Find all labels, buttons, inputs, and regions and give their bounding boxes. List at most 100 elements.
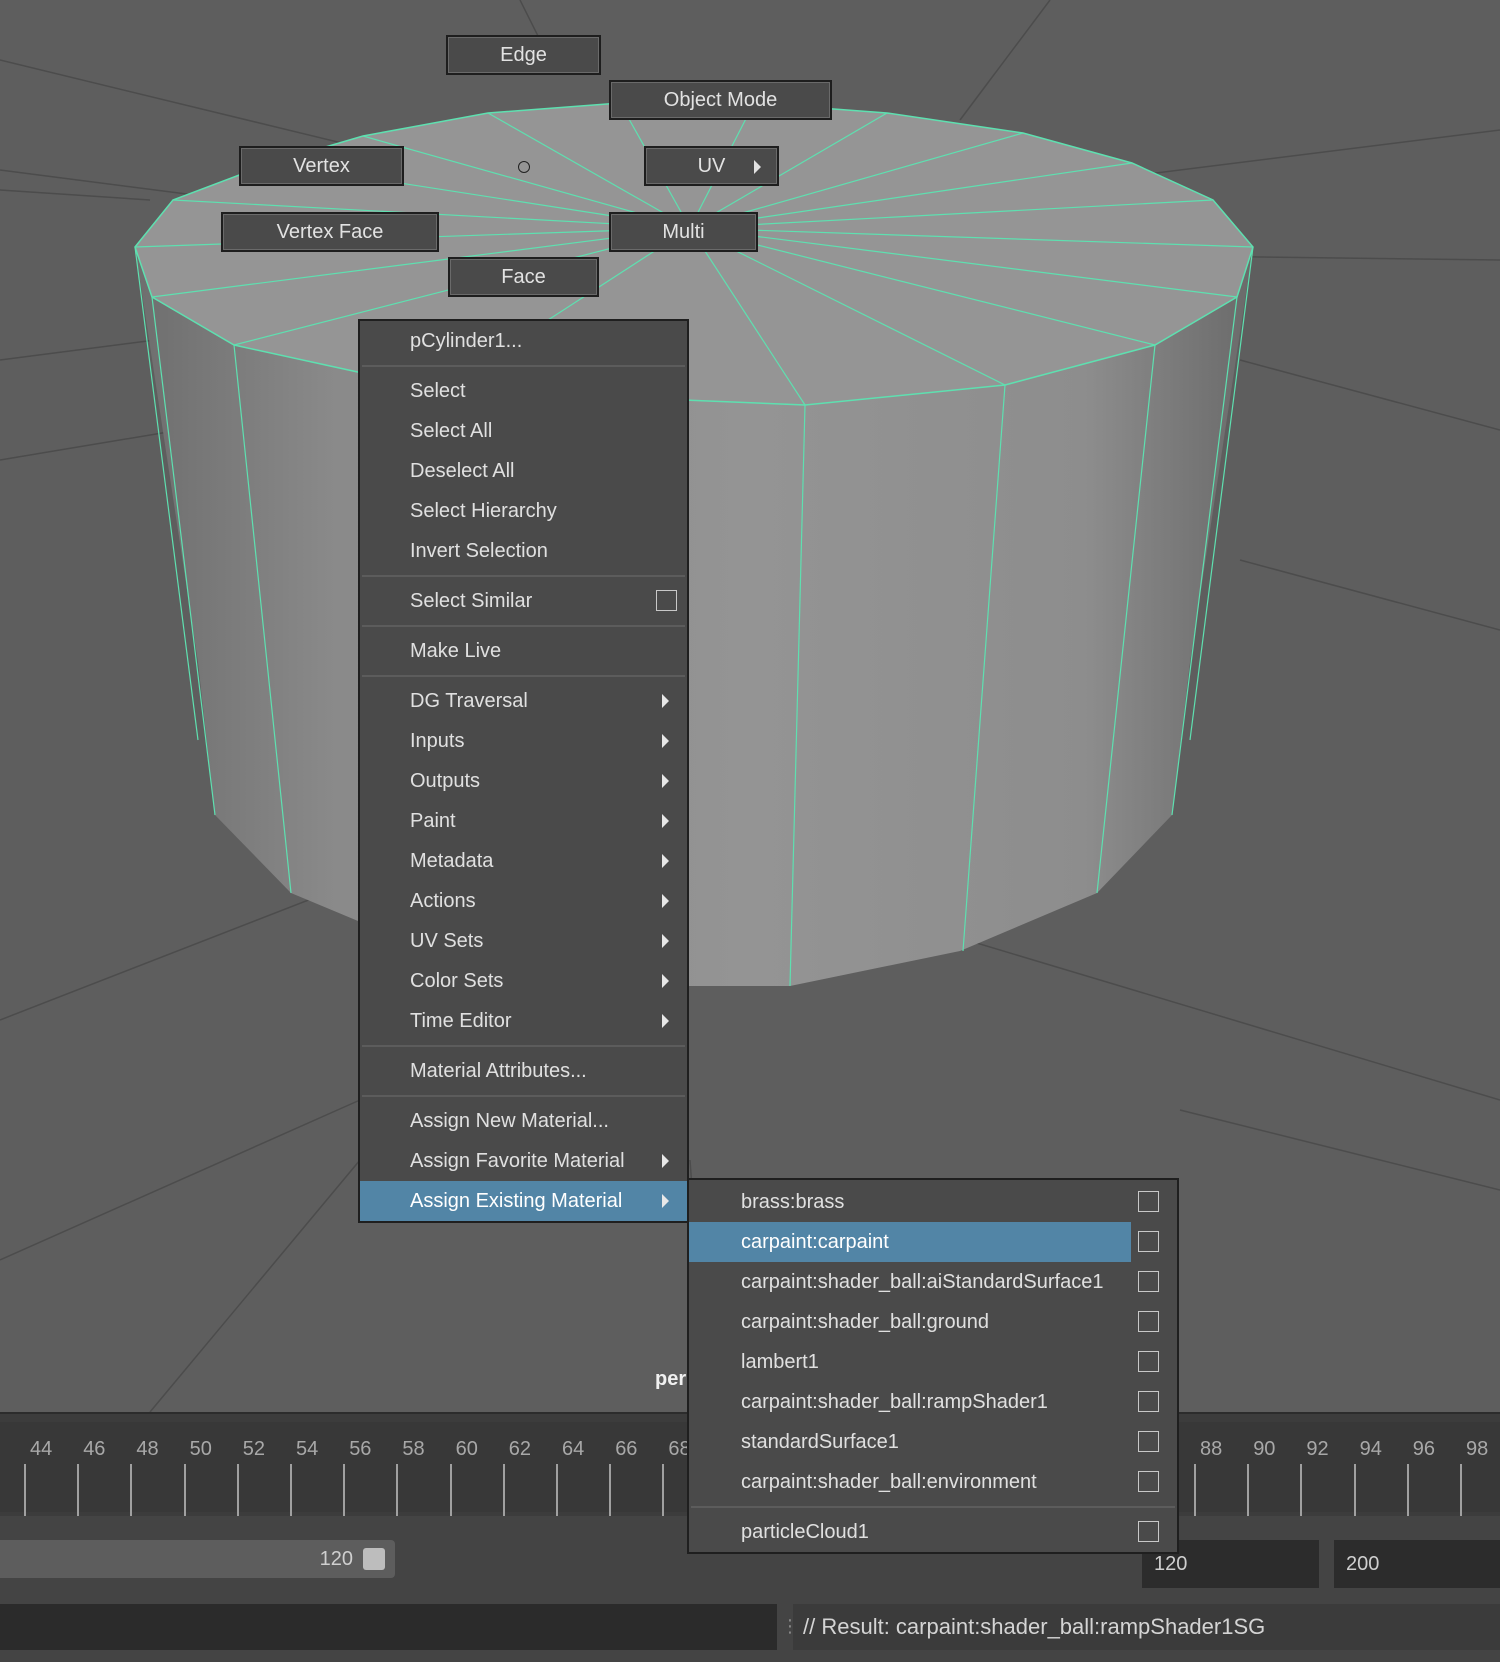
option-box-icon[interactable] (1138, 1391, 1159, 1412)
camera-label: per (655, 1368, 687, 1390)
command-input[interactable] (0, 1604, 777, 1650)
menu-item-label: Material Attributes... (410, 1059, 587, 1082)
marking-menu-edge-label: Edge (500, 43, 547, 66)
material-item-particlecloud[interactable]: particleCloud1 (689, 1512, 1177, 1552)
marking-menu-edge[interactable]: Edge (446, 35, 601, 75)
menu-item-uv-sets[interactable]: UV Sets (360, 921, 687, 961)
submenu-arrow-icon (662, 734, 669, 748)
option-box-icon[interactable] (1138, 1191, 1159, 1212)
menu-item-label: Invert Selection (410, 539, 548, 562)
menu-item-time-editor[interactable]: Time Editor (360, 1001, 687, 1041)
timeline-tick-label: 46 (83, 1438, 106, 1460)
timeline-tick-mark (1406, 1464, 1409, 1524)
timeline-tick-label: 62 (508, 1438, 532, 1460)
marking-menu-face[interactable]: Face (448, 257, 599, 297)
menu-item-label: Select Hierarchy (410, 499, 557, 522)
material-item[interactable]: standardSurface1 (689, 1422, 1177, 1462)
timeline-tick-mark (396, 1464, 399, 1524)
menu-item-label: Metadata (410, 849, 494, 872)
menu-item-assign-favorite-material[interactable]: Assign Favorite Material (360, 1141, 687, 1181)
menu-item-invert-selection[interactable]: Invert Selection (360, 531, 687, 571)
material-item[interactable]: carpaint:shader_ball:environment (689, 1462, 1177, 1502)
menu-item-material-attributes[interactable]: Material Attributes... (360, 1051, 687, 1091)
range-slider-handle[interactable] (363, 1548, 385, 1570)
material-item[interactable]: brass:brass (689, 1182, 1177, 1222)
menu-item-paint[interactable]: Paint (360, 801, 687, 841)
menu-separator (360, 361, 687, 371)
command-result: // Result: carpaint:shader_ball:rampShad… (793, 1604, 1500, 1650)
submenu-arrow-icon (662, 1014, 669, 1028)
timeline-tick-label: 92 (1306, 1438, 1329, 1460)
timeline-tick-label: 90 (1253, 1438, 1276, 1460)
marking-menu-vertex-face[interactable]: Vertex Face (221, 212, 439, 252)
menu-item-label: pCylinder1... (410, 329, 523, 352)
marking-menu-object-mode[interactable]: Object Mode (609, 80, 832, 120)
animation-end-field[interactable]: 200 (1334, 1540, 1500, 1588)
material-item[interactable]: carpaint:carpaint (689, 1222, 1159, 1262)
menu-item-label: Paint (410, 809, 456, 832)
timeline-tick-mark (290, 1464, 292, 1524)
submenu-arrow-icon (662, 814, 669, 828)
material-item-label: carpaint:shader_ball:ground (741, 1310, 989, 1333)
timeline-tick-label: 48 (136, 1438, 159, 1460)
option-box-icon[interactable] (1138, 1351, 1159, 1372)
menu-item-label: Time Editor (410, 1009, 512, 1032)
marking-menu-vertex[interactable]: Vertex (239, 146, 404, 186)
menu-item-label: Assign New Material... (410, 1109, 609, 1132)
timeline-tick-label: 64 (562, 1438, 585, 1460)
marking-menu-object-mode-label: Object Mode (663, 88, 778, 111)
menu-item-object-name[interactable]: pCylinder1... (360, 321, 687, 361)
menu-item-color-sets[interactable]: Color Sets (360, 961, 687, 1001)
material-item[interactable]: lambert1 (689, 1342, 1177, 1382)
menu-item-outputs[interactable]: Outputs (360, 761, 687, 801)
menu-item-select-similar[interactable]: Select Similar (360, 581, 687, 621)
submenu-arrow-icon (662, 934, 669, 948)
menu-item-label: Assign Favorite Material (410, 1149, 625, 1172)
timeline-tick-mark (609, 1464, 612, 1524)
material-item[interactable]: carpaint:shader_ball:ground (689, 1302, 1177, 1342)
range-slider[interactable]: 120 (0, 1540, 395, 1578)
timeline-tick-mark (556, 1464, 558, 1524)
menu-item-assign-existing-material[interactable]: Assign Existing Material (360, 1181, 687, 1221)
marking-menu-uv-label: UV (697, 154, 726, 177)
timeline-tick-mark (1460, 1464, 1462, 1524)
menu-item-deselect-all[interactable]: Deselect All (360, 451, 687, 491)
menu-item-label: Make Live (410, 639, 502, 662)
timeline-tick-label: 96 (1412, 1438, 1436, 1460)
menu-item-actions[interactable]: Actions (360, 881, 687, 921)
menu-separator (360, 1091, 687, 1101)
menu-item-label: Select (410, 379, 466, 402)
marking-menu-vertex-face-label: Vertex Face (276, 220, 384, 243)
menu-item-label: Assign Existing Material (410, 1189, 623, 1212)
marking-menu-uv[interactable]: UV (644, 146, 779, 186)
material-item[interactable]: carpaint:shader_ball:rampShader1 (689, 1382, 1177, 1422)
marking-menu-face-label: Face (501, 265, 546, 288)
option-box-icon[interactable] (1138, 1231, 1159, 1252)
submenu-arrow-icon (662, 1194, 669, 1208)
menu-item-make-live[interactable]: Make Live (360, 631, 687, 671)
menu-item-inputs[interactable]: Inputs (360, 721, 687, 761)
range-slider-end-value: 120 (319, 1548, 353, 1570)
menu-item-select[interactable]: Select (360, 371, 687, 411)
timeline-tick-label: 52 (242, 1438, 266, 1460)
option-box-icon[interactable] (1138, 1521, 1159, 1542)
option-box-icon[interactable] (656, 590, 677, 611)
timeline-tick-mark (130, 1464, 133, 1524)
timeline-tick-mark (343, 1464, 346, 1524)
material-item[interactable]: carpaint:shader_ball:aiStandardSurface1 (689, 1262, 1177, 1302)
menu-item-select-hierarchy[interactable]: Select Hierarchy (360, 491, 687, 531)
menu-item-assign-new-material[interactable]: Assign New Material... (360, 1101, 687, 1141)
option-box-icon[interactable] (1138, 1311, 1159, 1332)
menu-separator (360, 1041, 687, 1051)
marking-menu-multi-label: Multi (662, 220, 705, 243)
submenu-arrow-icon (662, 774, 669, 788)
timeline-tick-mark (236, 1464, 239, 1524)
material-item-label: carpaint:shader_ball:environment (741, 1470, 1037, 1493)
option-box-icon[interactable] (1138, 1431, 1159, 1452)
menu-item-select-all[interactable]: Select All (360, 411, 687, 451)
menu-item-dg-traversal[interactable]: DG Traversal (360, 681, 687, 721)
option-box-icon[interactable] (1138, 1271, 1159, 1292)
marking-menu-multi[interactable]: Multi (609, 212, 758, 252)
option-box-icon[interactable] (1138, 1471, 1159, 1492)
menu-item-metadata[interactable]: Metadata (360, 841, 687, 881)
